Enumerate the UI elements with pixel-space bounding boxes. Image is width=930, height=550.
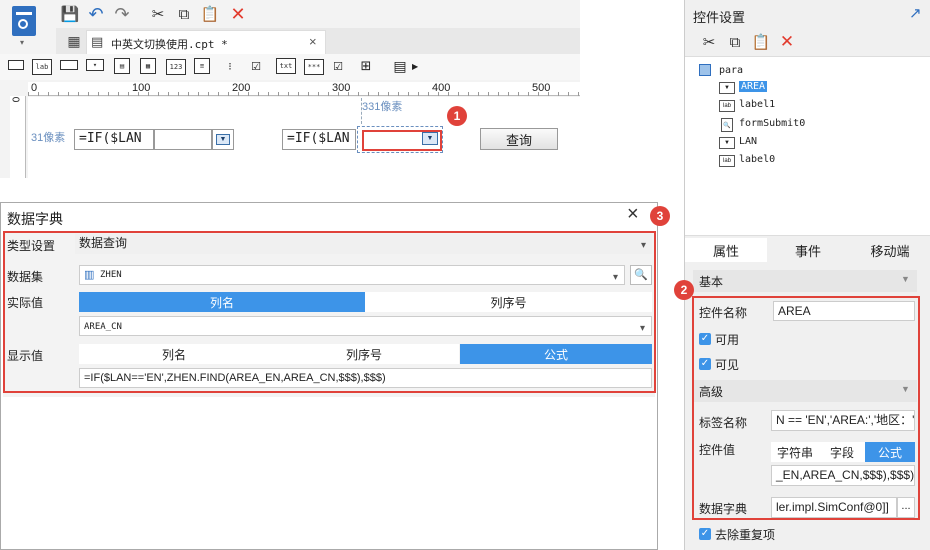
delete-icon[interactable]: ✕ [777,32,797,52]
paste-icon[interactable]: 📋 [751,32,771,52]
tree-widget-icon[interactable]: ⊞ [356,56,376,76]
redo-icon[interactable]: ↷ [112,4,132,24]
vertical-ruler [10,96,26,178]
ruler-v-zero: 0 [9,96,21,103]
chevron-down-icon[interactable]: ▾ [20,38,24,47]
password-widget-icon[interactable]: *** [304,59,324,75]
formula-field-1[interactable]: =IF($LAN [74,129,154,150]
query-button-label: 查询 [505,132,532,148]
data-dictionary-dialog: 数据字典 × 类型设置 数据查询 ▾ 数据集 ▥ ZHEN ▾ 🔍 实际值 列名… [0,202,658,550]
panel-title: 控件设置 [693,10,746,25]
tree-item-label0[interactable]: label0 [739,154,775,165]
tree-item-lan[interactable]: LAN [739,136,757,147]
checkbox-widget-icon[interactable]: ☑ [328,56,348,76]
tab-properties[interactable]: 属性 [685,238,767,262]
list-widget-icon[interactable]: ▤ [390,56,410,76]
chevron-down-icon: ▼ [901,274,910,284]
label-widget-icon[interactable]: lab [32,59,52,75]
ruler-tick-300: 300 [332,82,351,94]
copy-icon[interactable]: ⧉ [725,32,745,52]
guide-line-vertical [361,98,362,124]
checkbox-group-widget-icon[interactable]: ☑ [246,56,266,76]
combo-placeholder-1[interactable] [154,129,212,150]
combo-node-icon: ▼ [719,82,735,94]
textarea-widget-icon[interactable]: ≡ [194,58,210,74]
expand-icon[interactable]: ↗ [909,4,922,22]
px-label-top: 331像素 [362,101,403,113]
tab-properties-label: 属性 [712,243,739,259]
tree-root-icon [699,64,711,76]
widget-settings-panel: 控件设置 ↗ ✂ ⧉ 📋 ✕ para ▼ AREA lab label1 🔍 … [684,0,930,550]
badge-2: 2 [674,280,694,300]
combo-widget-icon[interactable]: ▾ [86,59,104,71]
report-icon: ▤ [91,34,104,49]
tree-item-para[interactable]: para [719,65,743,76]
dialog-title: 数据字典 [7,211,63,227]
editor-area: ▾ 💾 ↶ ↷ ✂ ⧉ 📋 ✕ ▦ ▤ 中英文切换使用.cpt * × lab … [0,0,580,178]
dropdown-button-icon-1[interactable]: ▼ [212,129,234,150]
tree-item-formsubmit0[interactable]: formSubmit0 [739,118,805,129]
label-node-icon: lab [719,155,735,167]
dialog-close-icon[interactable]: × [627,203,639,226]
tab-events[interactable]: 事件 [767,238,849,262]
form-designer-icon[interactable] [12,6,36,36]
tab-mobile-label: 移动端 [870,243,910,259]
label-node-icon: lab [719,100,735,112]
ruler-tick-400: 400 [432,82,451,94]
ruler-tick-0: 0 [31,82,38,94]
query-button[interactable]: 查询 [480,128,558,150]
horizontal-ruler [28,82,580,96]
save-icon[interactable]: 💾 [60,4,80,24]
section-basic[interactable]: 基本 ▼ [693,270,917,292]
cut-icon[interactable]: ✂ [148,4,168,24]
tree-item-label1[interactable]: label1 [739,99,775,110]
textbox-widget-icon[interactable] [8,60,24,70]
tab-document[interactable]: ▤ 中英文切换使用.cpt * × [86,30,326,54]
calendar-widget-icon[interactable]: ▦ [140,58,156,74]
ruler-tick-200: 200 [232,82,251,94]
grid-icon[interactable]: ▦ [64,31,84,51]
more-widgets-arrow-icon[interactable]: ▶ [412,62,418,71]
number-widget-icon[interactable]: 123 [166,59,186,75]
ruler-tick-100: 100 [132,82,151,94]
datetime-widget-icon[interactable]: ▤ [114,58,130,74]
badge-3: 3 [650,206,670,226]
highlight-box-2 [692,296,920,520]
submit-node-icon: 🔍 [721,118,733,132]
highlight-box-3 [3,231,656,393]
close-tab-icon[interactable]: × [309,34,317,49]
copy-icon[interactable]: ⧉ [174,4,194,24]
highlight-box-1 [362,130,442,151]
delete-icon[interactable]: ✕ [228,4,248,24]
tab-events-label: 事件 [794,243,821,259]
px-label-left: 31像素 [31,132,66,144]
dedupe-checkbox[interactable]: ✓ [699,528,711,540]
cut-icon[interactable]: ✂ [699,32,719,52]
combo-node-icon: ▼ [719,137,735,149]
formula-field-2[interactable]: =IF($LAN [282,129,356,150]
button-widget-icon[interactable] [60,60,78,70]
tab-label: 中英文切换使用.cpt * [111,38,228,51]
undo-icon[interactable]: ↶ [86,4,106,24]
radio-group-widget-icon[interactable]: ⁝ [220,56,240,76]
badge-1: 1 [447,106,467,126]
ruler-tick-500: 500 [532,82,551,94]
dedupe-label: 去除重复项 [715,528,776,542]
file-widget-icon[interactable]: txt [276,58,296,74]
section-basic-label: 基本 [699,275,724,289]
tree-item-area[interactable]: AREA [739,81,768,92]
paste-icon[interactable]: 📋 [200,4,220,24]
tab-mobile[interactable]: 移动端 [849,238,930,262]
